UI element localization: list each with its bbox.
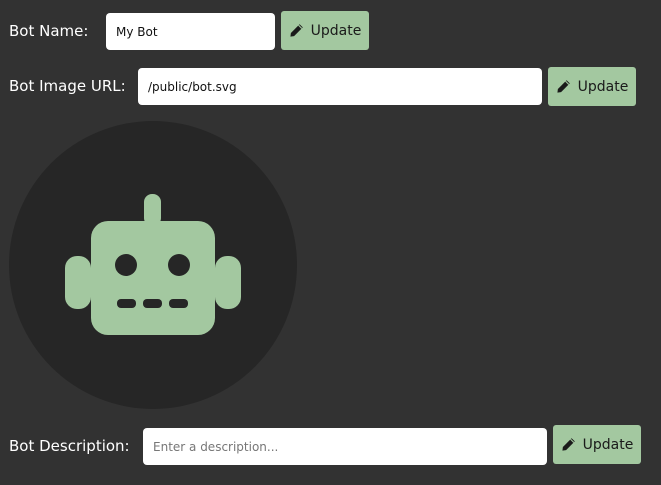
update-button-label: Update xyxy=(310,22,362,39)
bot-image-url-input[interactable] xyxy=(138,68,542,105)
bot-image-url-update-button[interactable]: Update xyxy=(548,67,636,106)
pencil-icon xyxy=(556,79,571,94)
pencil-icon xyxy=(289,23,304,38)
bot-image-url-label: Bot Image URL: xyxy=(9,77,126,95)
update-button-label: Update xyxy=(577,78,629,95)
pencil-icon xyxy=(561,437,576,452)
bot-name-label: Bot Name: xyxy=(9,22,89,40)
bot-description-label: Bot Description: xyxy=(9,437,130,455)
robot-icon xyxy=(65,194,241,335)
bot-description-input[interactable] xyxy=(143,428,547,465)
bot-name-input[interactable] xyxy=(106,13,275,50)
update-button-label: Update xyxy=(582,436,634,453)
bot-avatar xyxy=(9,121,297,409)
bot-description-update-button[interactable]: Update xyxy=(553,425,641,464)
bot-name-update-button[interactable]: Update xyxy=(281,11,369,50)
